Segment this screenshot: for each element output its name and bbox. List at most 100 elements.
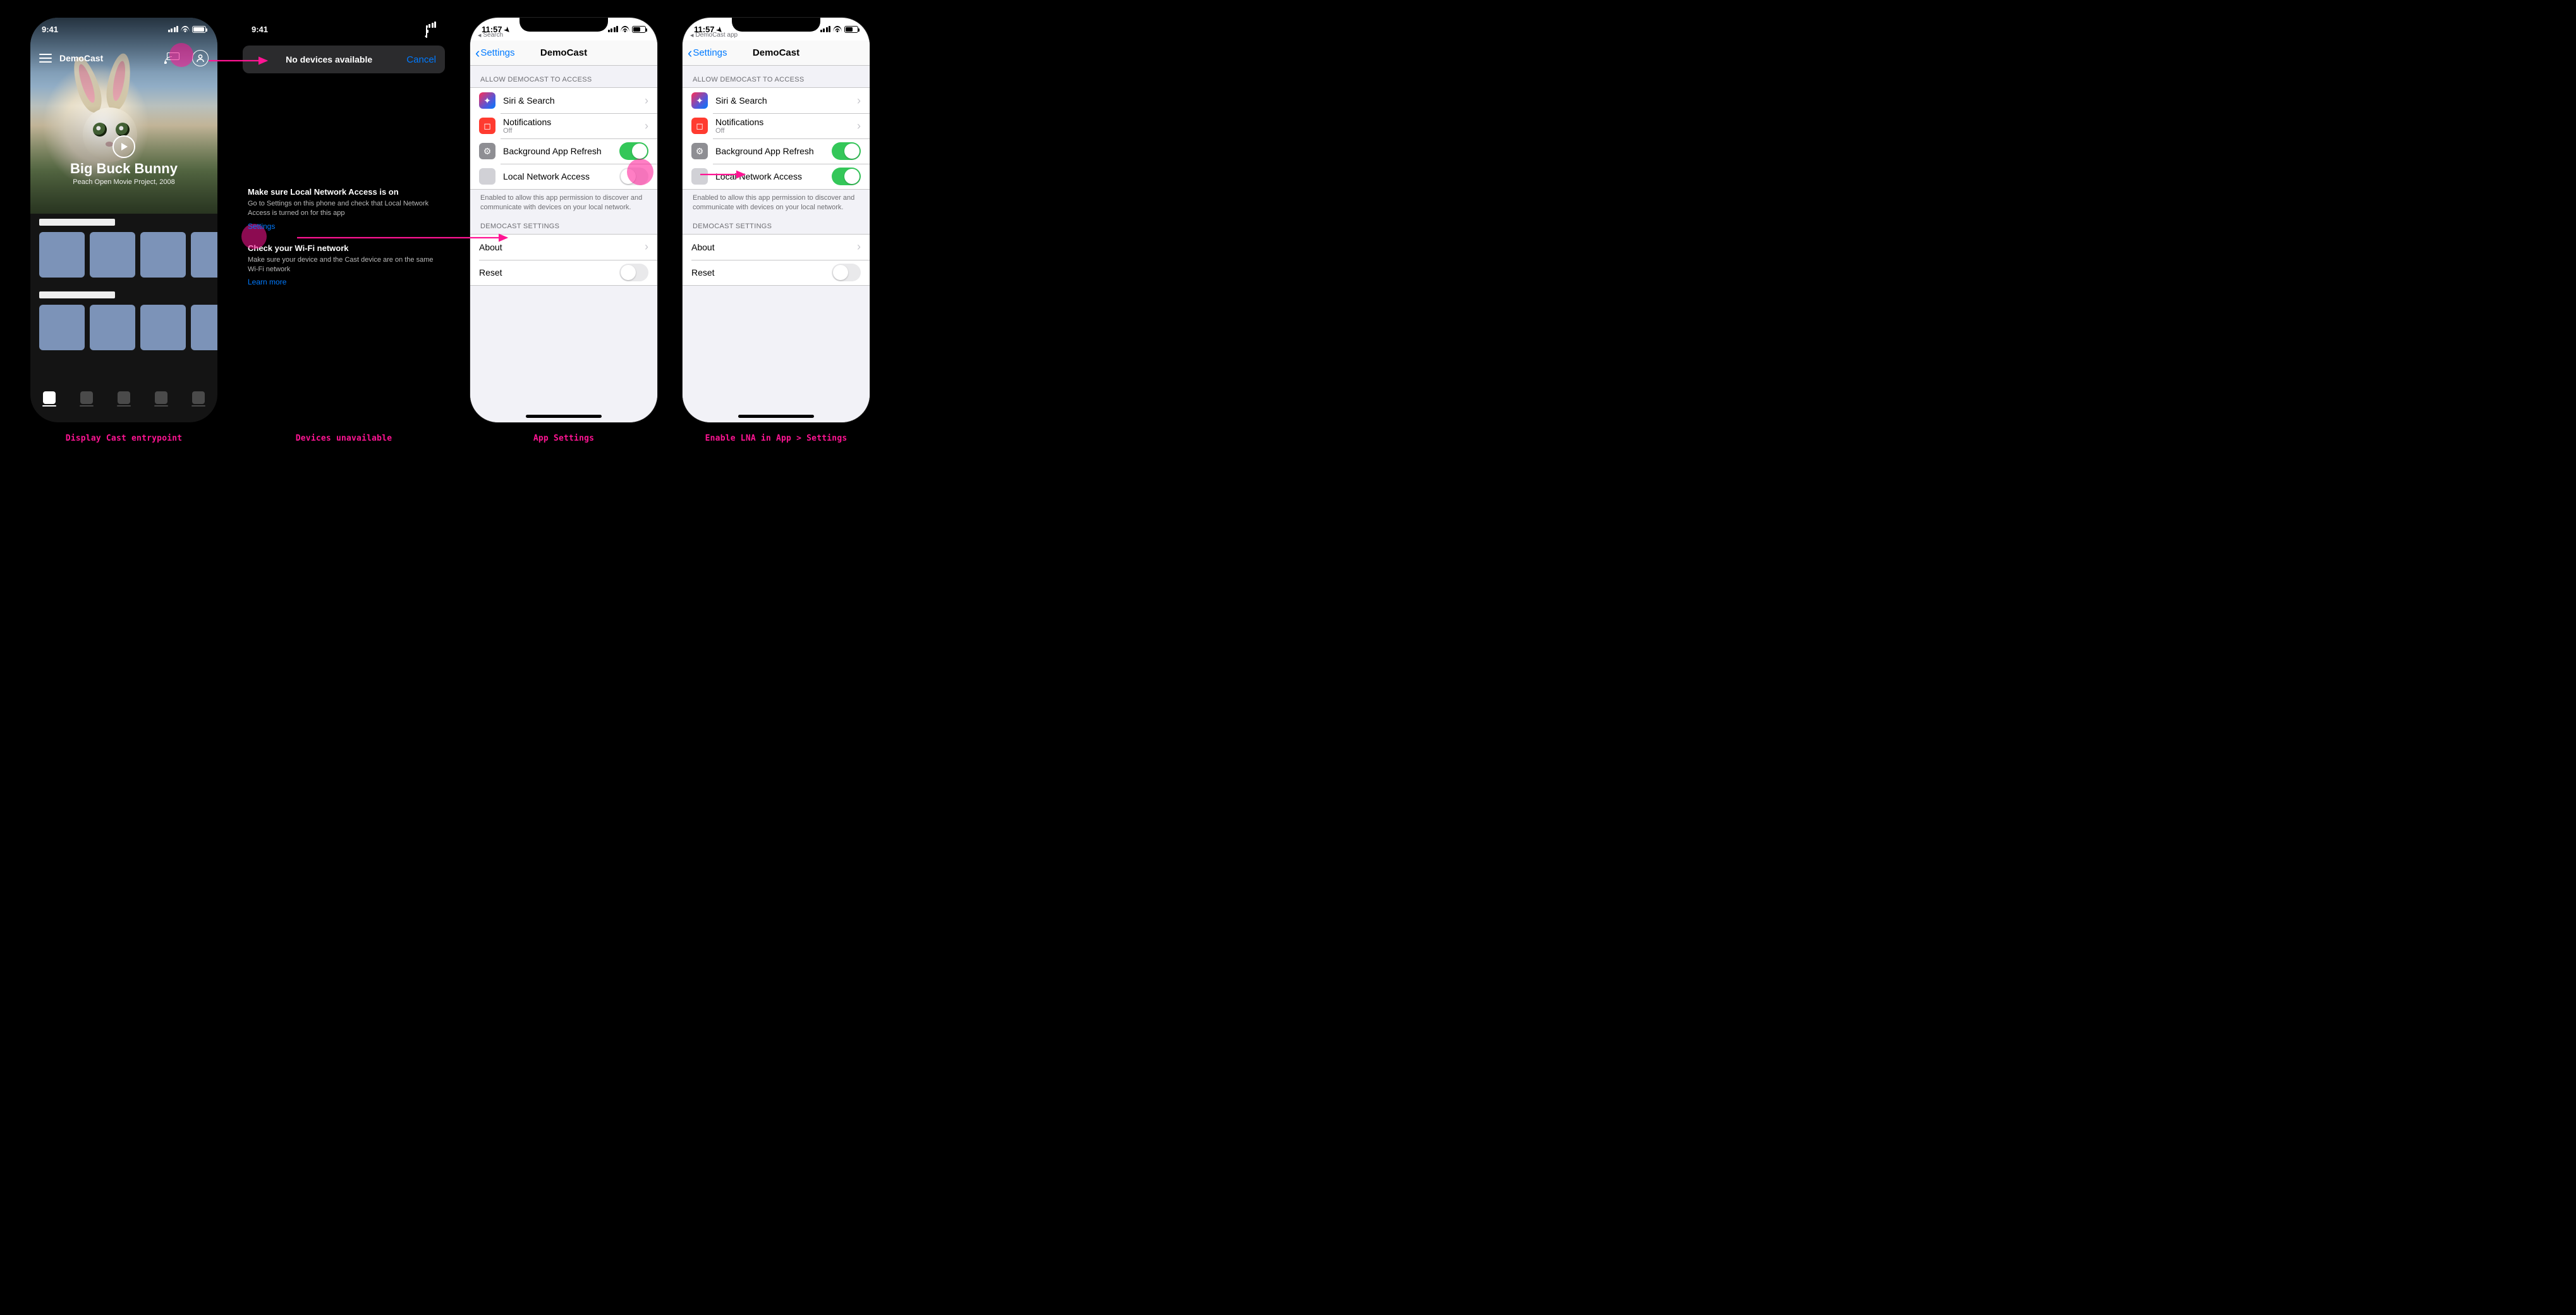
signal-icon: [820, 26, 831, 32]
battery-icon: [632, 26, 646, 33]
section-header: DEMOCAST SETTINGS: [470, 212, 657, 234]
gear-icon: ⚙: [691, 143, 708, 159]
toggle-background-refresh[interactable]: [619, 142, 648, 160]
cell-local-network-access[interactable]: Local Network Access: [470, 164, 657, 189]
phone-screen-app: 9:41 DemoCast: [30, 18, 217, 422]
cell-notifications[interactable]: ◻ NotificationsOff ›: [683, 113, 870, 138]
tip-body: Go to Settings on this phone and check t…: [248, 199, 440, 218]
thumbnail[interactable]: [191, 305, 217, 350]
cell-reset[interactable]: Reset: [683, 260, 870, 285]
cell-label: Background App Refresh: [715, 146, 824, 156]
cell-background-refresh[interactable]: ⚙ Background App Refresh: [683, 138, 870, 164]
cell-siri[interactable]: ✦ Siri & Search ›: [470, 88, 657, 113]
profile-button[interactable]: [192, 50, 209, 66]
cell-label: Reset: [691, 267, 824, 278]
wifi-icon: [181, 26, 190, 32]
chevron-right-icon: ›: [645, 240, 648, 254]
no-devices-header: No devices available Cancel: [243, 46, 445, 73]
cell-notifications[interactable]: ◻ NotificationsOff ›: [470, 113, 657, 138]
notifications-icon: ◻: [691, 118, 708, 134]
thumbnail-row[interactable]: [39, 232, 217, 278]
cell-label: Local Network Access: [715, 171, 824, 181]
settings-link[interactable]: Settings: [248, 222, 275, 231]
location-icon: ➤: [502, 25, 512, 35]
cell-about[interactable]: About ›: [683, 235, 870, 260]
learn-more-link[interactable]: Learn more: [248, 278, 286, 286]
thumbnail[interactable]: [39, 232, 85, 278]
play-button[interactable]: [112, 135, 135, 158]
status-indicators: [168, 26, 207, 33]
section-header: DEMOCAST SETTINGS: [683, 212, 870, 234]
battery-icon: [192, 26, 206, 33]
toggle-background-refresh[interactable]: [832, 142, 861, 160]
cancel-button[interactable]: Cancel: [406, 54, 436, 65]
section-footer: Enabled to allow this app permission to …: [683, 190, 870, 212]
no-devices-title: No devices available: [252, 54, 406, 64]
signal-icon: [168, 26, 179, 32]
tip-body: Make sure your device and the Cast devic…: [248, 255, 440, 274]
caption: App Settings: [533, 434, 594, 443]
cell-label: NotificationsOff: [503, 117, 637, 135]
tab-bar: [30, 383, 217, 422]
breadcrumb[interactable]: Search: [478, 32, 503, 39]
chevron-right-icon: ›: [645, 119, 648, 133]
nav-title: DemoCast: [753, 47, 799, 58]
section-header: ALLOW DEMOCAST TO ACCESS: [683, 66, 870, 87]
app-title: DemoCast: [59, 53, 157, 63]
breadcrumb[interactable]: DemoCast app: [690, 32, 738, 39]
cell-label: About: [691, 242, 849, 252]
hero-title: Big Buck Bunny: [30, 161, 217, 177]
home-indicator[interactable]: [526, 415, 602, 418]
notifications-icon: ◻: [479, 118, 495, 134]
tab-item[interactable]: [42, 391, 56, 407]
caption: Display Cast entrypoint: [66, 434, 183, 443]
tab-item[interactable]: [80, 391, 94, 407]
status-time: 9:41: [252, 25, 268, 34]
cell-background-refresh[interactable]: ⚙ Background App Refresh: [470, 138, 657, 164]
gear-icon: ⚙: [479, 143, 495, 159]
back-button[interactable]: ‹Settings: [475, 46, 515, 60]
caption: Devices unavailable: [296, 434, 392, 443]
toggle-local-network-access[interactable]: [832, 168, 861, 185]
chevron-right-icon: ›: [857, 119, 861, 133]
tab-item[interactable]: [117, 391, 131, 407]
thumbnail[interactable]: [140, 305, 186, 350]
thumbnail[interactable]: [39, 305, 85, 350]
tab-item[interactable]: [191, 391, 205, 407]
thumbnail-row[interactable]: [39, 305, 217, 350]
cell-label: Siri & Search: [503, 95, 637, 106]
status-indicators: [608, 26, 647, 33]
cast-icon: [164, 52, 179, 64]
toggle-reset[interactable]: [832, 264, 861, 281]
status-indicators: [426, 21, 437, 37]
thumbnail[interactable]: [191, 232, 217, 278]
cell-siri[interactable]: ✦ Siri & Search ›: [683, 88, 870, 113]
home-indicator[interactable]: [738, 415, 814, 418]
chevron-right-icon: ›: [857, 94, 861, 107]
chevron-right-icon: ›: [857, 240, 861, 254]
cell-reset[interactable]: Reset: [470, 260, 657, 285]
caption: Enable LNA in App > Settings: [705, 434, 848, 443]
back-button[interactable]: ‹Settings: [688, 46, 727, 60]
row-label-placeholder: [39, 291, 115, 298]
tab-item[interactable]: [154, 391, 168, 407]
cast-button[interactable]: [164, 52, 179, 64]
wifi-icon: [621, 26, 629, 32]
siri-icon: ✦: [479, 92, 495, 109]
menu-icon[interactable]: [39, 54, 52, 63]
cell-local-network-access[interactable]: Local Network Access: [683, 164, 870, 189]
tip-heading: Make sure Local Network Access is on: [248, 187, 440, 197]
nav-title: DemoCast: [540, 47, 587, 58]
thumbnail[interactable]: [90, 232, 135, 278]
phone-screen-settings-on: 11:57➤ DemoCast app ‹Settings DemoCast A…: [683, 18, 870, 422]
cell-label: Siri & Search: [715, 95, 849, 106]
hero-subtitle: Peach Open Movie Project, 2008: [30, 178, 217, 186]
status-indicators: [820, 26, 859, 33]
section-header: ALLOW DEMOCAST TO ACCESS: [470, 66, 657, 87]
thumbnail[interactable]: [90, 305, 135, 350]
toggle-reset[interactable]: [619, 264, 648, 281]
thumbnail[interactable]: [140, 232, 186, 278]
tip-heading: Check your Wi-Fi network: [248, 243, 440, 253]
cell-about[interactable]: About ›: [470, 235, 657, 260]
toggle-local-network-access[interactable]: [619, 168, 648, 185]
